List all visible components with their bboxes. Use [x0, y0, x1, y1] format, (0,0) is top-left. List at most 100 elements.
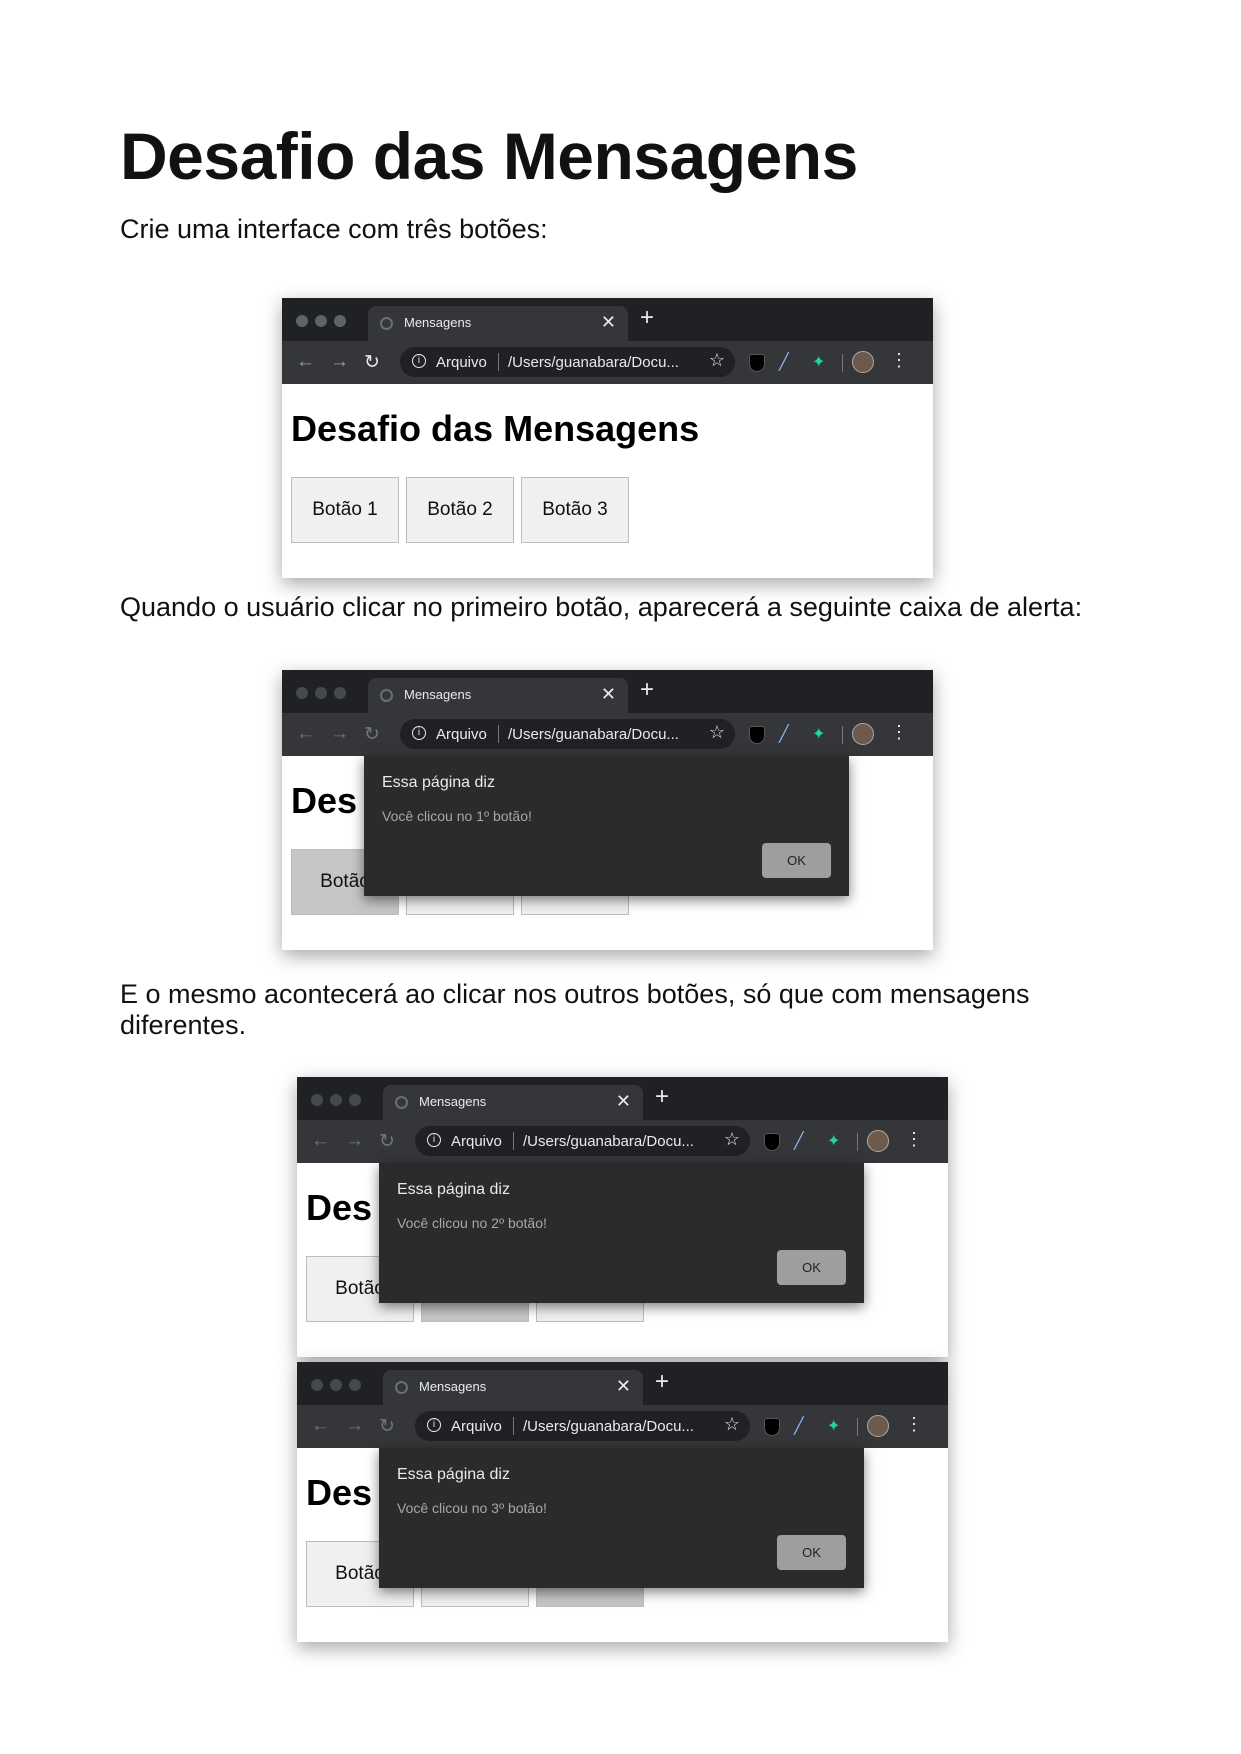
- profile-avatar[interactable]: [852, 351, 874, 373]
- browser-tab[interactable]: Mensagens ✕: [383, 1085, 643, 1120]
- inner-page-heading: Des: [306, 1472, 373, 1513]
- profile-avatar[interactable]: [852, 723, 874, 745]
- screenshot-initial: Mensagens ✕ + ← → ↻ i Arquivo /Users/gua…: [282, 298, 933, 578]
- forward-icon[interactable]: →: [345, 1130, 364, 1152]
- bird-extension-icon[interactable]: ✦: [812, 352, 825, 372]
- site-label: Arquivo: [436, 354, 487, 371]
- globe-icon: [395, 1096, 408, 1109]
- alert-dialog: Essa página diz Você clicou no 1º botão!…: [364, 756, 849, 896]
- back-icon[interactable]: ←: [311, 1415, 330, 1437]
- new-tab-icon[interactable]: +: [640, 304, 654, 332]
- address-bar[interactable]: i Arquivo /Users/guanabara/Docu... ☆: [400, 347, 735, 377]
- url-text: /Users/guanabara/Docu...: [523, 1133, 694, 1150]
- tab-title: Mensagens: [419, 1379, 487, 1394]
- alert-dialog: Essa página diz Você clicou no 2º botão!…: [379, 1163, 864, 1303]
- button-2[interactable]: Botão 2: [406, 477, 514, 543]
- profile-avatar[interactable]: [867, 1130, 889, 1152]
- bird-extension-icon[interactable]: ✦: [827, 1131, 840, 1151]
- profile-avatar[interactable]: [867, 1415, 889, 1437]
- intro-text: Crie uma interface com três botões:: [120, 214, 548, 244]
- back-icon[interactable]: ←: [296, 351, 315, 373]
- browser-tab[interactable]: Mensagens ✕: [368, 678, 628, 713]
- alert-message: Você clicou no 3º botão!: [397, 1500, 547, 1516]
- browser-tab[interactable]: Mensagens ✕: [383, 1370, 643, 1405]
- shield-extension-icon[interactable]: [749, 726, 765, 744]
- inner-page-heading: Des: [306, 1187, 373, 1228]
- globe-icon: [380, 317, 393, 330]
- close-tab-icon[interactable]: ✕: [601, 312, 616, 333]
- ok-button[interactable]: OK: [762, 843, 831, 878]
- shield-extension-icon[interactable]: [764, 1133, 780, 1151]
- tab-title: Mensagens: [419, 1094, 487, 1109]
- url-text: /Users/guanabara/Docu...: [523, 1418, 694, 1435]
- window-controls[interactable]: [296, 686, 353, 704]
- window-controls[interactable]: [311, 1378, 368, 1396]
- ok-button[interactable]: OK: [777, 1535, 846, 1570]
- reload-icon[interactable]: ↻: [379, 1130, 395, 1153]
- other-buttons-text: E o mesmo acontecerá ao clicar nos outro…: [120, 979, 1030, 1040]
- alert-dialog: Essa página diz Você clicou no 3º botão!…: [379, 1448, 864, 1588]
- globe-icon: [380, 689, 393, 702]
- bookmark-star-icon[interactable]: ☆: [724, 1414, 740, 1435]
- screenshot-alert-2: Mensagens ✕ + ← → ↻ i Arquivo /Users/gua…: [297, 1077, 948, 1357]
- alert-title: Essa página diz: [397, 1181, 510, 1198]
- window-controls[interactable]: [296, 314, 353, 332]
- bird-extension-icon[interactable]: ✦: [812, 724, 825, 744]
- site-label: Arquivo: [436, 726, 487, 743]
- menu-icon[interactable]: ⋮: [905, 1414, 923, 1435]
- bird-extension-icon[interactable]: ✦: [827, 1416, 840, 1436]
- reload-icon[interactable]: ↻: [364, 351, 380, 374]
- reload-icon[interactable]: ↻: [364, 723, 380, 746]
- bookmark-star-icon[interactable]: ☆: [724, 1129, 740, 1150]
- address-bar[interactable]: i Arquivo /Users/guanabara/Docu... ☆: [415, 1411, 750, 1441]
- address-bar[interactable]: i Arquivo /Users/guanabara/Docu... ☆: [400, 719, 735, 749]
- back-icon[interactable]: ←: [296, 723, 315, 745]
- browser-tab[interactable]: Mensagens ✕: [368, 306, 628, 341]
- pen-extension-icon[interactable]: ╱: [779, 352, 789, 372]
- new-tab-icon[interactable]: +: [655, 1368, 669, 1396]
- menu-icon[interactable]: ⋮: [905, 1129, 923, 1150]
- info-icon[interactable]: i: [412, 726, 426, 740]
- info-icon[interactable]: i: [427, 1133, 441, 1147]
- alert-message: Você clicou no 2º botão!: [397, 1215, 547, 1231]
- screenshot-alert-3: Mensagens ✕ + ← → ↻ i Arquivo /Users/gua…: [297, 1362, 948, 1642]
- new-tab-icon[interactable]: +: [655, 1083, 669, 1111]
- pen-extension-icon[interactable]: ╱: [794, 1416, 804, 1436]
- close-tab-icon[interactable]: ✕: [601, 684, 616, 705]
- pen-extension-icon[interactable]: ╱: [779, 724, 789, 744]
- shield-extension-icon[interactable]: [749, 354, 765, 372]
- bookmark-star-icon[interactable]: ☆: [709, 722, 725, 743]
- screenshot-alert-1: Mensagens ✕ + ← → ↻ i Arquivo /Users/gua…: [282, 670, 933, 950]
- pen-extension-icon[interactable]: ╱: [794, 1131, 804, 1151]
- alert-message: Você clicou no 1º botão!: [382, 808, 532, 824]
- inner-page-heading: Des: [291, 780, 358, 821]
- url-text: /Users/guanabara/Docu...: [508, 726, 679, 743]
- button-1[interactable]: Botão 1: [291, 477, 399, 543]
- bookmark-star-icon[interactable]: ☆: [709, 350, 725, 371]
- button-3[interactable]: Botão 3: [521, 477, 629, 543]
- close-tab-icon[interactable]: ✕: [616, 1091, 631, 1112]
- forward-icon[interactable]: →: [345, 1415, 364, 1437]
- reload-icon[interactable]: ↻: [379, 1415, 395, 1438]
- menu-icon[interactable]: ⋮: [890, 350, 908, 371]
- tab-title: Mensagens: [404, 315, 472, 330]
- site-label: Arquivo: [451, 1418, 502, 1435]
- forward-icon[interactable]: →: [330, 351, 349, 373]
- back-icon[interactable]: ←: [311, 1130, 330, 1152]
- new-tab-icon[interactable]: +: [640, 676, 654, 704]
- info-icon[interactable]: i: [412, 354, 426, 368]
- menu-icon[interactable]: ⋮: [890, 722, 908, 743]
- address-bar[interactable]: i Arquivo /Users/guanabara/Docu... ☆: [415, 1126, 750, 1156]
- info-icon[interactable]: i: [427, 1418, 441, 1432]
- close-tab-icon[interactable]: ✕: [616, 1376, 631, 1397]
- forward-icon[interactable]: →: [330, 723, 349, 745]
- globe-icon: [395, 1381, 408, 1394]
- shield-extension-icon[interactable]: [764, 1418, 780, 1436]
- url-text: /Users/guanabara/Docu...: [508, 354, 679, 371]
- alert-explanation-text: Quando o usuário clicar no primeiro botã…: [120, 592, 1083, 622]
- alert-title: Essa página diz: [382, 774, 495, 791]
- inner-page-heading: Desafio das Mensagens: [291, 408, 700, 449]
- tab-title: Mensagens: [404, 687, 472, 702]
- ok-button[interactable]: OK: [777, 1250, 846, 1285]
- window-controls[interactable]: [311, 1093, 368, 1111]
